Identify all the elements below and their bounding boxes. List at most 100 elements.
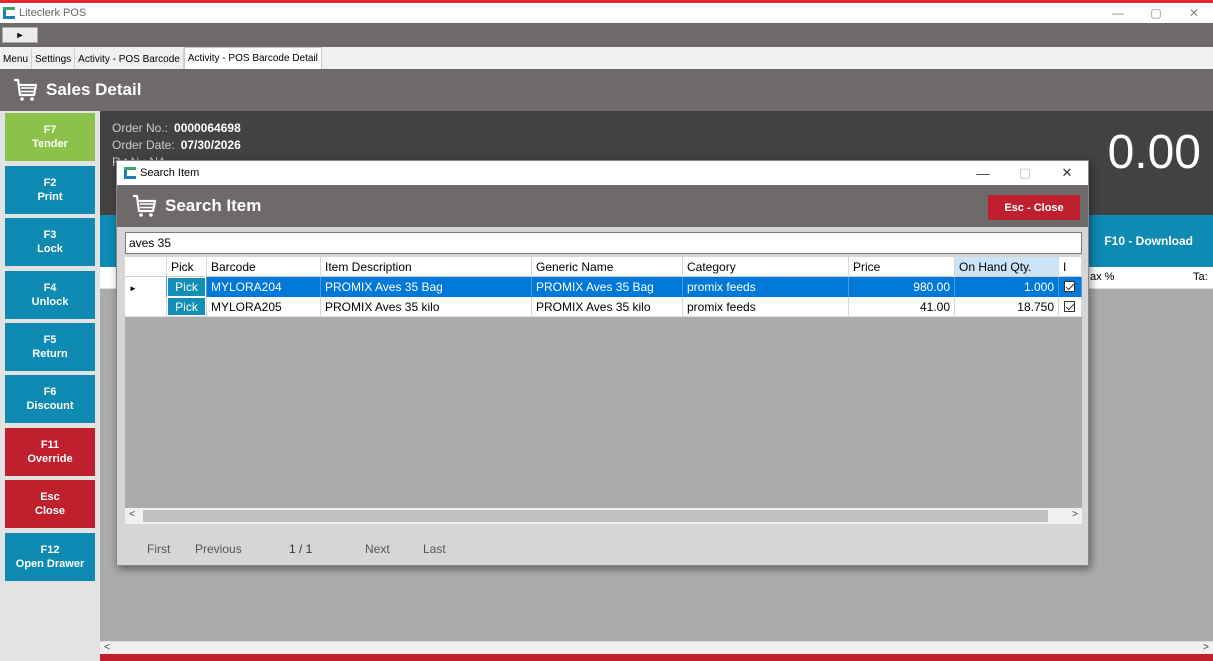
table-row[interactable]: Pick MYLORA205 PROMIX Aves 35 kilo PROMI… (125, 297, 1082, 317)
download-button[interactable]: F10 - Download (1104, 215, 1193, 267)
description-cell[interactable]: PROMIX Aves 35 kilo (321, 297, 532, 317)
page-indicator: 1 / 1 (289, 542, 313, 556)
minimize-button[interactable]: — (1099, 3, 1137, 23)
tab-pos-barcode[interactable]: Activity - POS Barcode (75, 49, 184, 69)
next-page-button[interactable]: Next (365, 542, 390, 556)
fkey-label: F3 (43, 229, 57, 241)
discount-button[interactable]: F6 Discount (5, 375, 95, 423)
generic-name-cell[interactable]: PROMIX Aves 35 Bag (532, 277, 683, 297)
dialog-header: Search Item Esc - Close (117, 185, 1088, 227)
app-logo-icon (3, 7, 15, 19)
fkey-action: Override (27, 453, 73, 465)
override-button[interactable]: F11 Override (5, 428, 95, 476)
tender-button[interactable]: F7 Tender (5, 113, 95, 161)
page-title: Sales Detail (46, 80, 142, 99)
description-cell[interactable]: PROMIX Aves 35 Bag (321, 277, 532, 297)
checkbox-cell[interactable] (1059, 297, 1082, 317)
price-cell[interactable]: 980.00 (849, 277, 955, 297)
price-cell[interactable]: 41.00 (849, 297, 955, 317)
dialog-logo-icon (124, 167, 136, 179)
fkey-action: Open Drawer (15, 558, 85, 570)
fkey-label: Esc (40, 491, 60, 503)
maximize-button[interactable]: ▢ (1137, 3, 1175, 23)
print-button[interactable]: F2 Print (5, 166, 95, 214)
pick-button[interactable]: Pick (168, 278, 205, 296)
horizontal-scrollbar[interactable]: < > (100, 641, 1213, 654)
table-row[interactable]: ► Pick MYLORA204 PROMIX Aves 35 Bag PROM… (125, 277, 1082, 297)
qty-cell[interactable]: 1.000 (955, 277, 1059, 297)
fkey-label: F6 (43, 386, 57, 398)
first-page-button[interactable]: First (147, 542, 170, 556)
order-date-label: Order Date: (112, 138, 175, 152)
column-header-on-hand-qty[interactable]: On Hand Qty. (955, 257, 1059, 277)
column-header-tax-percent: ax % (1090, 271, 1115, 283)
app-titlebar: Liteclerk POS — ▢ ✕ (0, 3, 1213, 23)
fkey-action: Unlock (31, 296, 69, 308)
column-header-pick[interactable]: Pick (167, 257, 207, 277)
pick-cell: Pick (167, 277, 207, 297)
column-header-tax: Ta: (1193, 271, 1208, 283)
dialog-minimize-button[interactable]: — (962, 161, 1004, 185)
scroll-right-icon[interactable]: > (1199, 642, 1213, 653)
app-title: Liteclerk POS (19, 7, 87, 19)
column-header-i[interactable]: I (1059, 257, 1082, 277)
search-input[interactable] (125, 232, 1082, 254)
grid-horizontal-scrollbar[interactable]: < > (125, 508, 1082, 524)
tab-settings[interactable]: Settings (32, 49, 76, 69)
tab-bar: Menu Settings Activity - POS Barcode Act… (0, 47, 1213, 69)
search-item-dialog: Search Item — ▢ ✕ Search Item Esc - Clos… (116, 160, 1089, 566)
row-header-corner (125, 257, 167, 277)
column-header-category[interactable]: Category (683, 257, 849, 277)
fkey-label: F11 (40, 439, 60, 451)
scrollbar-thumb[interactable] (143, 510, 1048, 522)
pick-button[interactable]: Pick (168, 298, 205, 315)
tab-menu[interactable]: Menu (0, 49, 33, 69)
fkey-action: Discount (26, 400, 74, 412)
qty-cell[interactable]: 18.750 (955, 297, 1059, 317)
return-button[interactable]: F5 Return (5, 323, 95, 371)
esc-close-button[interactable]: Esc - Close (988, 195, 1080, 220)
order-no-label: Order No.: (112, 121, 169, 135)
open-drawer-button[interactable]: F12 Open Drawer (5, 533, 95, 581)
scroll-left-icon[interactable]: < (100, 642, 114, 653)
cart-icon (14, 78, 38, 101)
pick-cell: Pick (167, 297, 207, 317)
fkey-label: F7 (43, 124, 57, 136)
column-header-generic-name[interactable]: Generic Name (532, 257, 683, 277)
fkey-action: Tender (32, 138, 68, 150)
tab-pos-barcode-detail[interactable]: Activity - POS Barcode Detail (183, 47, 322, 69)
unlock-button[interactable]: F4 Unlock (5, 271, 95, 319)
order-no-value: 0000064698 (174, 121, 241, 135)
row-selector[interactable]: ► (125, 277, 167, 297)
grid-header-row: Pick Barcode Item Description Generic Na… (125, 257, 1082, 277)
fkey-label: F2 (43, 177, 57, 189)
cart-icon (133, 194, 157, 217)
generic-name-cell[interactable]: PROMIX Aves 35 kilo (532, 297, 683, 317)
function-key-sidebar: F7 Tender F2 Print F3 Lock F4 Unlock F5 Retur… (0, 111, 100, 661)
barcode-cell[interactable]: MYLORA204 (207, 277, 321, 297)
row-selector[interactable] (125, 297, 167, 317)
close-button-sidebar[interactable]: Esc Close (5, 480, 95, 528)
lock-button[interactable]: F3 Lock (5, 218, 95, 266)
column-header-barcode[interactable]: Barcode (207, 257, 321, 277)
column-header-description[interactable]: Item Description (321, 257, 532, 277)
checkbox-cell[interactable] (1059, 277, 1082, 297)
close-button[interactable]: ✕ (1175, 3, 1213, 23)
dialog-close-button[interactable]: ✕ (1046, 161, 1088, 185)
checked-checkbox[interactable] (1064, 301, 1075, 312)
pager: First Previous 1 / 1 Next Last (117, 539, 1088, 559)
toolbar: ► (0, 23, 1213, 47)
bottom-accent-bar (100, 654, 1213, 661)
barcode-cell[interactable]: MYLORA205 (207, 297, 321, 317)
scroll-left-icon[interactable]: < (125, 509, 139, 520)
dialog-title: Search Item (140, 167, 200, 179)
category-cell[interactable]: promix feeds (683, 297, 849, 317)
checked-checkbox[interactable] (1064, 281, 1075, 292)
scroll-right-icon[interactable]: > (1068, 509, 1082, 520)
category-cell[interactable]: promix feeds (683, 277, 849, 297)
play-button[interactable]: ► (2, 27, 38, 43)
last-page-button[interactable]: Last (423, 542, 446, 556)
row-pointer-icon: ► (129, 284, 137, 293)
column-header-price[interactable]: Price (849, 257, 955, 277)
previous-page-button[interactable]: Previous (195, 542, 242, 556)
